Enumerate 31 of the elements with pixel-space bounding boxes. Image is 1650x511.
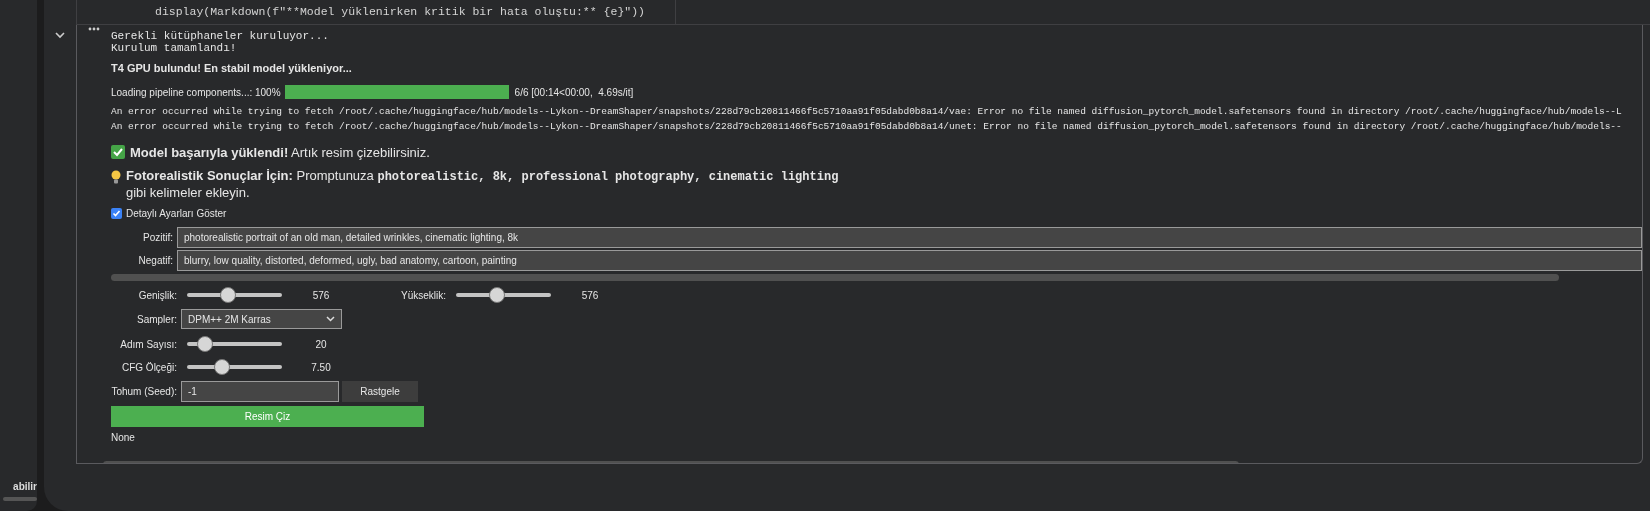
field-label: Sampler: [136,312,178,327]
error-line: An error occurred while trying to fetch /root/.cache/huggingface/hub/models--Lykon--DreamShaper/snapshots/228d79cb20811466f5c5710aa91f05dabd0b8a14/unet: Error no file named diffusion_pytorch_model.safetensors found in directory /root/.cache/huggingface/hub/models-- [111,119,1622,134]
checkbox-label: Detaylı Ayarları Göster [126,207,227,221]
progress-label: Loading pipeline components...: 100% [111,85,281,100]
text-field[interactable]: photorealistic portrait of an old man, detailed wrinkles, cinematic lighting, 8k [177,226,1642,248]
slider-value: 576 [311,288,331,303]
log-line: Kurulum tamamlandı! [111,42,238,54]
gpu-message: T4 GPU bulundu! En stabil model yükleniyor... [111,61,353,76]
seed-input[interactable]: -1 [181,381,339,402]
code-line: display(Markdown(f"**Model yüklenirken kritik bir hata oluştu:** {e}")) [155,4,645,21]
error-line: An error occurred while trying to fetch /root/.cache/huggingface/hub/models--Lykon--DreamShaper/snapshots/228d79cb20811466f5c5710aa91f05dabd0b8a14/vae: Error no file named diffusion_pytorch_model.safetensors found in directory /root/.cache/huggingface/hub/models--L [111,104,1622,119]
result-text: None [111,431,136,445]
code-cell[interactable]: display(Markdown(f"**Model yüklenirken kritik bir hata oluştu:** {e}")) [77,0,676,24]
log-line: Gerekli kütüphaneler kuruluyor... [111,30,330,42]
field-label: Yükseklik: [400,288,447,303]
field-label: CFG Ölçeği: [121,360,178,375]
text-field[interactable]: blurry, low quality, distorted, deformed, ugly, bad anatomy, cartoon, painting [177,249,1642,271]
field-label: Adım Sayısı: [119,337,178,352]
progress-stats: 6/6 [00:14<00:00, 4.69s/it] [514,85,634,100]
sampler-dropdown[interactable]: DPM++ 2M Karras [181,309,342,329]
random-button[interactable]: Rastgele [342,381,418,402]
field-label: Genişlik: [137,288,178,303]
panel-text: abilir [13,480,37,494]
slider-value: 20 [314,337,328,352]
slider-value: 7.50 [310,360,332,375]
tip-text: Fotorealistik Sonuçlar İçin: Promptunuza photorealistic, 8k, professional photography, cinematic lighting gibi kelimeler ekleyin. [126,168,840,201]
slider-value: 576 [580,288,600,303]
field-label: Negatif: [137,253,174,268]
field-label: Tohum (Seed): [111,385,178,399]
field-label: Pozitif: [142,230,174,245]
success-message: Model başarıyla yüklendi! Artık resim çizebilirsiniz. [130,143,430,162]
